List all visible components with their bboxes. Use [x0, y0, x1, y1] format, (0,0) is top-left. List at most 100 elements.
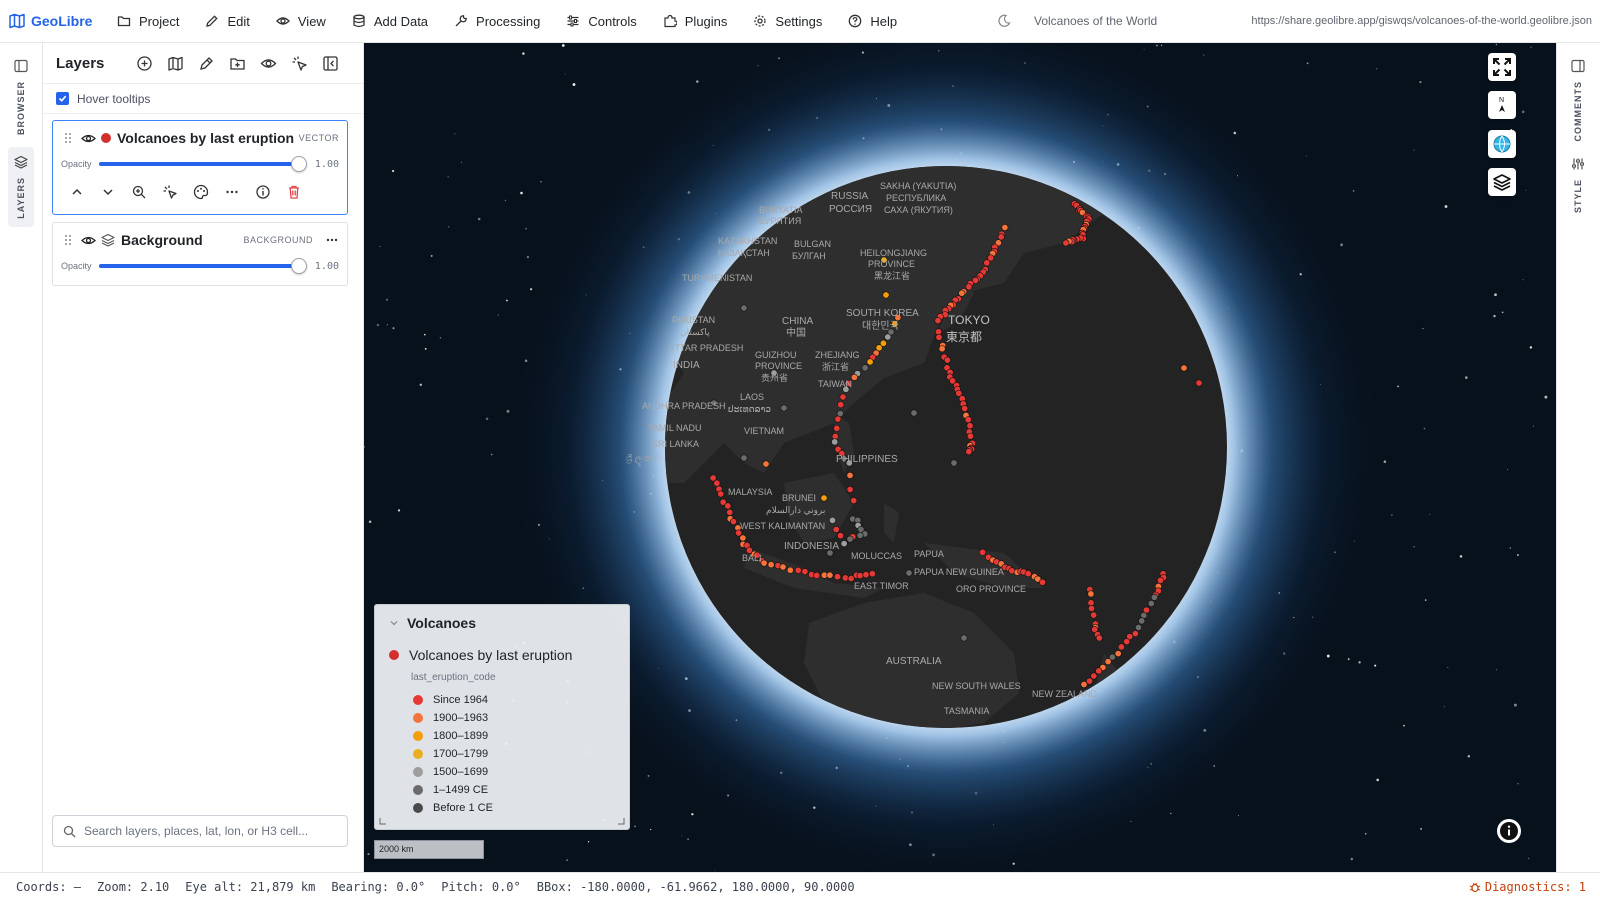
- opacity-slider-thumb[interactable]: [291, 156, 307, 172]
- rail-tab-comments[interactable]: COMMENTS: [1565, 53, 1591, 148]
- volcano-point[interactable]: [831, 438, 839, 446]
- volcano-point[interactable]: [1087, 604, 1095, 612]
- volcano-point[interactable]: [1024, 570, 1032, 578]
- volcano-point[interactable]: [965, 448, 973, 456]
- trash-icon[interactable]: [286, 184, 302, 200]
- volcano-point[interactable]: [1117, 643, 1125, 651]
- volcano-point[interactable]: [882, 291, 890, 299]
- hover-tooltips-checkbox[interactable]: [56, 92, 69, 105]
- volcano-point[interactable]: [1090, 672, 1098, 680]
- volcano-point[interactable]: [837, 401, 845, 409]
- volcano-point[interactable]: [740, 304, 748, 312]
- menu-edit[interactable]: Edit: [192, 0, 262, 43]
- resize-corner-icon[interactable]: [617, 817, 625, 825]
- volcano-point[interactable]: [839, 393, 847, 401]
- volcano-point[interactable]: [740, 454, 748, 462]
- globe-toggle-button[interactable]: [1488, 130, 1516, 158]
- menu-view[interactable]: View: [263, 0, 339, 43]
- volcano-point[interactable]: [965, 283, 973, 291]
- map-canvas[interactable]: RUSSIA РОССИЯ SAKHA (YAKUTIA) РЕСПУБЛИКА…: [364, 43, 1556, 872]
- volcano-point[interactable]: [834, 415, 842, 423]
- volcano-point[interactable]: [1195, 379, 1203, 387]
- volcano-point[interactable]: [846, 535, 854, 543]
- volcano-point[interactable]: [935, 333, 943, 341]
- opacity-slider[interactable]: [99, 258, 307, 274]
- volcano-point[interactable]: [866, 358, 874, 366]
- volcano-point[interactable]: [1104, 658, 1112, 666]
- moon-icon[interactable]: [997, 14, 1011, 28]
- volcano-point[interactable]: [1080, 680, 1088, 688]
- volcano-point[interactable]: [1134, 623, 1142, 631]
- select-icon[interactable]: [291, 55, 308, 72]
- volcano-point[interactable]: [813, 571, 821, 579]
- volcano-point[interactable]: [862, 571, 870, 579]
- volcano-point[interactable]: [786, 566, 794, 574]
- menu-controls[interactable]: Controls: [553, 0, 649, 43]
- volcano-point[interactable]: [779, 563, 787, 571]
- menu-plugins[interactable]: Plugins: [650, 0, 741, 43]
- volcano-point[interactable]: [1156, 576, 1164, 584]
- volcano-point[interactable]: [950, 459, 958, 467]
- volcano-point[interactable]: [905, 569, 913, 577]
- project-url[interactable]: https://share.geolibre.app/giswqs/volcan…: [1251, 15, 1592, 27]
- fullscreen-button[interactable]: [1488, 53, 1516, 81]
- volcano-point[interactable]: [1001, 224, 1009, 232]
- folder-plus-icon[interactable]: [229, 55, 246, 72]
- volcano-point[interactable]: [1138, 617, 1146, 625]
- volcano-point[interactable]: [961, 404, 969, 412]
- basemap-icon[interactable]: [167, 55, 184, 72]
- rail-tab-style[interactable]: STYLE: [1565, 151, 1591, 219]
- volcano-point[interactable]: [724, 502, 732, 510]
- hover-tooltips-toggle[interactable]: Hover tooltips: [43, 84, 363, 114]
- volcano-point[interactable]: [850, 497, 858, 505]
- app-logo[interactable]: GeoLibre: [0, 13, 104, 29]
- volcano-point[interactable]: [826, 571, 834, 579]
- volcano-point[interactable]: [1150, 593, 1158, 601]
- volcano-point[interactable]: [1147, 599, 1155, 607]
- collapse-panel-icon[interactable]: [322, 55, 339, 72]
- menu-help[interactable]: Help: [835, 0, 910, 43]
- layer-card-background[interactable]: Background BACKGROUND Opacity 1.00: [52, 222, 348, 286]
- volcano-point[interactable]: [884, 333, 892, 341]
- layer-card-volcanoes[interactable]: Volcanoes by last eruption VECTOR Opacit…: [52, 120, 348, 215]
- opacity-slider-thumb[interactable]: [291, 258, 307, 274]
- volcano-point[interactable]: [958, 289, 966, 297]
- rail-tab-browser[interactable]: BROWSER: [8, 51, 34, 143]
- menu-project[interactable]: Project: [104, 0, 192, 43]
- menu-add-data[interactable]: Add Data: [339, 0, 441, 43]
- volcano-point[interactable]: [836, 532, 844, 540]
- palette-icon[interactable]: [193, 184, 209, 200]
- drag-handle-icon[interactable]: [63, 233, 73, 247]
- volcano-point[interactable]: [828, 516, 836, 524]
- search-input[interactable]: Search layers, places, lat, lon, or H3 c…: [52, 815, 348, 847]
- volcano-point[interactable]: [780, 404, 788, 412]
- volcano-point[interactable]: [943, 356, 951, 364]
- attribution-button[interactable]: [1497, 819, 1521, 843]
- volcano-point[interactable]: [934, 317, 942, 325]
- eye-icon[interactable]: [260, 55, 277, 72]
- volcano-point[interactable]: [966, 422, 974, 430]
- more-icon[interactable]: [224, 184, 240, 200]
- move-up-icon[interactable]: [69, 184, 85, 200]
- add-layer-icon[interactable]: [136, 55, 153, 72]
- volcano-point[interactable]: [729, 518, 737, 526]
- volcano-point[interactable]: [833, 573, 841, 581]
- volcano-point[interactable]: [868, 570, 876, 578]
- visibility-eye-icon[interactable]: [81, 131, 96, 146]
- rail-tab-layers[interactable]: LAYERS: [8, 147, 34, 227]
- move-down-icon[interactable]: [100, 184, 116, 200]
- draw-icon[interactable]: [198, 55, 215, 72]
- volcano-point[interactable]: [997, 233, 1005, 241]
- volcano-point[interactable]: [1087, 590, 1095, 598]
- volcano-point[interactable]: [938, 345, 946, 353]
- volcano-point[interactable]: [846, 485, 854, 493]
- volcano-point[interactable]: [840, 540, 848, 548]
- volcano-point[interactable]: [1131, 630, 1139, 638]
- info-icon[interactable]: [255, 184, 271, 200]
- volcano-point[interactable]: [856, 572, 864, 580]
- visibility-eye-icon[interactable]: [81, 233, 96, 248]
- volcano-point[interactable]: [767, 561, 775, 569]
- volcano-point[interactable]: [739, 534, 747, 542]
- volcano-point[interactable]: [726, 508, 734, 516]
- volcano-point[interactable]: [760, 559, 768, 567]
